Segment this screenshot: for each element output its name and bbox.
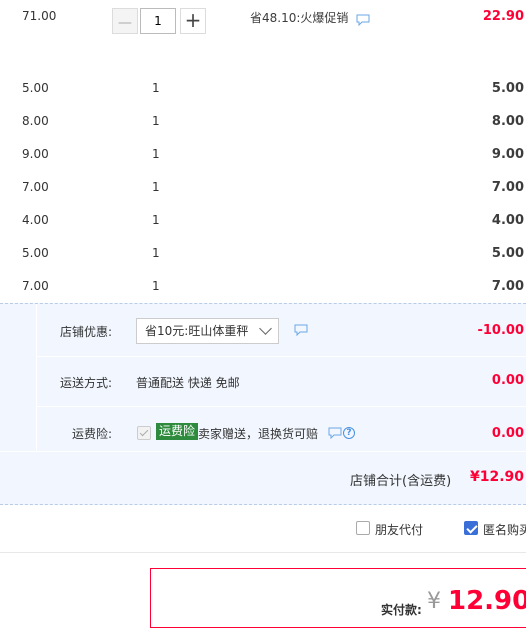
panel-divider — [36, 406, 526, 407]
unit-price: 71.00 — [22, 9, 57, 23]
item-subtotal: 5.00 — [491, 246, 524, 261]
shipping-label: 运送方式: — [60, 376, 113, 390]
quantity: 1 — [152, 246, 160, 260]
quantity: 1 — [152, 81, 160, 95]
item-subtotal: 7.00 — [491, 279, 524, 294]
unit-price: 5.00 — [22, 246, 49, 260]
currency-symbol: ¥ — [427, 589, 441, 614]
quantity: 1 — [152, 213, 160, 227]
quantity-decrease-button[interactable]: — — [112, 8, 138, 34]
payment-label: 实付款: — [381, 603, 422, 617]
item-subtotal: 9.00 — [491, 147, 524, 162]
list-item: 4.00 1 4.00 — [0, 204, 526, 237]
shop-discount-label: 店铺优惠: — [60, 325, 113, 339]
quantity-input[interactable] — [140, 8, 176, 34]
promo-text: 省48.10:火爆促销 — [250, 11, 349, 25]
friend-pay-checkbox[interactable] — [356, 521, 370, 535]
item-subtotal: 4.00 — [491, 213, 524, 228]
shop-total-amount: ¥12.90 — [469, 469, 524, 485]
insurance-label: 运费险: — [72, 427, 113, 441]
unit-price: 5.00 — [22, 81, 49, 95]
panel-divider — [0, 451, 526, 452]
unit-price: 7.00 — [22, 279, 49, 293]
list-item: 5.00 1 5.00 — [0, 237, 526, 270]
list-item: 5.00 1 5.00 — [0, 72, 526, 105]
item-subtotal: 5.00 — [491, 81, 524, 96]
panel-divider — [36, 356, 526, 357]
quantity: 1 — [152, 279, 160, 293]
shop-discount-selected: 省10元:旺山体重秤 — [145, 324, 249, 338]
payment-amount: 12.90 — [448, 586, 526, 616]
shipping-amount: 0.00 — [491, 373, 524, 388]
chat-bubble-icon[interactable] — [328, 427, 342, 439]
panel-divider — [36, 304, 37, 452]
item-subtotal: 8.00 — [491, 114, 524, 129]
insurance-text: 卖家赠送，退换货可赔 — [198, 427, 319, 441]
help-icon[interactable]: ? — [343, 427, 355, 439]
first-item-row: 71.00 — + 省48.10:火爆促销 22.90 — [0, 0, 526, 50]
minus-icon: — — [118, 15, 132, 31]
chat-bubble-icon[interactable] — [294, 324, 308, 336]
insurance-amount: 0.00 — [491, 426, 524, 441]
chat-bubble-icon[interactable] — [356, 14, 370, 26]
shop-total-label: 店铺合计(含运费) — [350, 474, 452, 489]
anonymous-checkbox[interactable] — [464, 521, 478, 535]
chevron-down-icon — [259, 322, 272, 335]
list-item: 9.00 1 9.00 — [0, 138, 526, 171]
shop-discount-select[interactable]: 省10元:旺山体重秤 — [136, 318, 279, 344]
quantity: 1 — [152, 147, 160, 161]
plus-icon: + — [184, 8, 202, 32]
unit-price: 4.00 — [22, 213, 49, 227]
friend-pay-label: 朋友代付 — [375, 523, 424, 537]
quantity: 1 — [152, 180, 160, 194]
insurance-checkbox — [137, 426, 151, 440]
shipping-method: 普通配送 快递 免邮 — [136, 376, 240, 390]
quantity-increase-button[interactable]: + — [180, 8, 206, 34]
quantity: 1 — [152, 114, 160, 128]
unit-price: 7.00 — [22, 180, 49, 194]
list-item: 7.00 1 7.00 — [0, 270, 526, 303]
shop-discount-amount: -10.00 — [477, 323, 524, 338]
list-item: 8.00 1 8.00 — [0, 105, 526, 138]
insurance-badge: 运费险 — [156, 423, 199, 440]
anonymous-label: 匿名购买 — [483, 523, 526, 537]
item-subtotal: 7.00 — [491, 180, 524, 195]
item-subtotal: 22.90 — [482, 9, 524, 24]
list-item: 7.00 1 7.00 — [0, 171, 526, 204]
payment-summary: 实付款: ¥ 12.90 — [150, 568, 526, 628]
options-divider — [0, 552, 526, 553]
unit-price: 9.00 — [22, 147, 49, 161]
unit-price: 8.00 — [22, 114, 49, 128]
